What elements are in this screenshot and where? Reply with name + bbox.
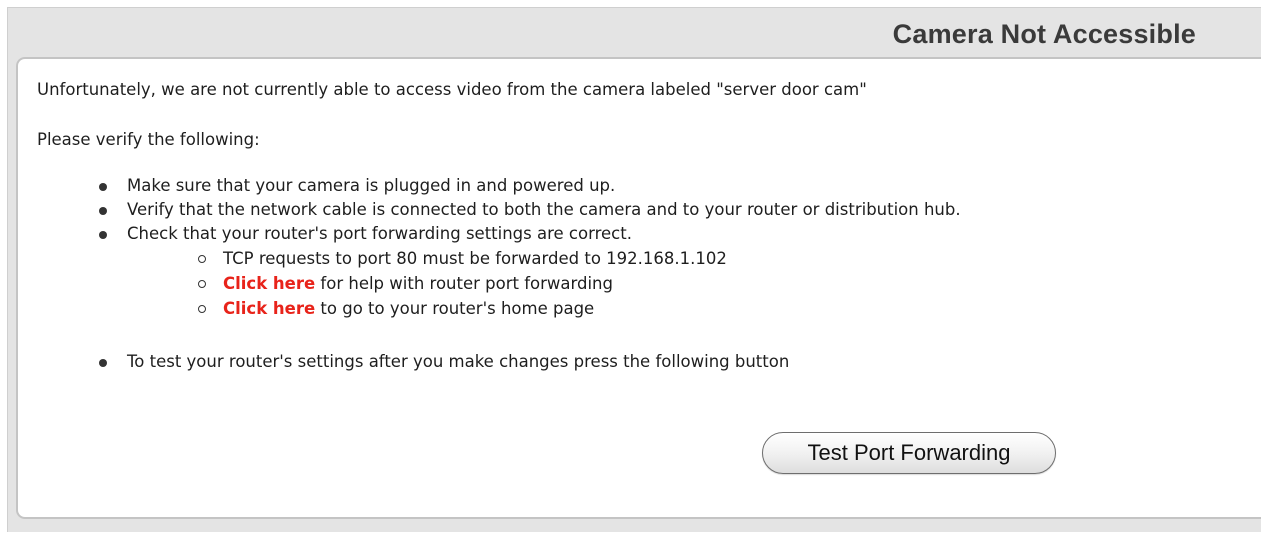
router-help-item: Click here for help with router port for… xyxy=(223,274,613,293)
intro-text: Unfortunately, we are not currently able… xyxy=(37,80,867,99)
circle-bullet-icon xyxy=(198,280,206,288)
checklist-item-power: Make sure that your camera is plugged in… xyxy=(127,176,616,195)
verify-heading: Please verify the following: xyxy=(37,130,260,149)
router-home-item: Click here to go to your router's home p… xyxy=(223,299,594,318)
router-home-link[interactable]: Click here xyxy=(223,299,315,318)
dialog-content xyxy=(16,57,1261,519)
circle-bullet-icon xyxy=(198,305,206,313)
checklist-item-cable: Verify that the network cable is connect… xyxy=(127,200,961,219)
router-home-text: to go to your router's home page xyxy=(315,299,595,318)
router-help-text: for help with router port forwarding xyxy=(315,274,613,293)
bullet-icon xyxy=(99,231,107,239)
bullet-icon xyxy=(99,207,107,215)
bullet-icon xyxy=(99,183,107,191)
router-help-link[interactable]: Click here xyxy=(223,274,315,293)
bullet-icon xyxy=(99,359,107,367)
test-instruction: To test your router's settings after you… xyxy=(127,352,790,371)
checklist-item-port-forwarding: Check that your router's port forwarding… xyxy=(127,224,632,243)
test-port-forwarding-button[interactable]: Test Port Forwarding xyxy=(762,432,1056,474)
dialog-title: Camera Not Accessible xyxy=(892,19,1196,49)
tcp-note: TCP requests to port 80 must be forwarde… xyxy=(223,249,727,268)
circle-bullet-icon xyxy=(198,255,206,263)
